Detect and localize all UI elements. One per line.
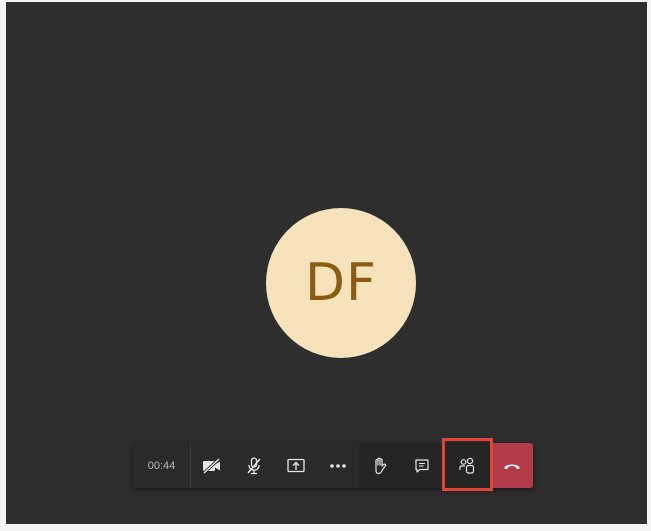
share-tray-icon — [287, 458, 305, 472]
chat-icon — [415, 458, 429, 473]
call-timer: 00:44 — [133, 443, 191, 488]
mic-off-icon — [247, 456, 261, 474]
hang-up-button[interactable] — [491, 443, 533, 488]
raise-hand-button[interactable] — [359, 443, 401, 488]
camera-toggle-button[interactable] — [191, 443, 233, 488]
avatar: DF — [266, 208, 416, 358]
people-icon — [459, 457, 475, 474]
call-controls-main: 00:44 — [133, 443, 359, 488]
avatar-initials: DF — [305, 253, 377, 313]
phone-hangup-icon — [504, 464, 520, 469]
video-off-icon — [202, 457, 221, 474]
conversation-button[interactable] — [401, 443, 443, 488]
hand-icon — [375, 457, 387, 474]
call-controls-secondary — [359, 438, 493, 491]
more-actions-button[interactable] — [317, 443, 359, 488]
share-button[interactable] — [275, 443, 317, 488]
window-frame: DF 00:44 — [0, 0, 651, 531]
more-dots-icon — [330, 463, 346, 468]
participants-button[interactable] — [442, 438, 493, 491]
call-controls-bar: 00:44 — [133, 438, 533, 491]
mic-toggle-button[interactable] — [233, 443, 275, 488]
